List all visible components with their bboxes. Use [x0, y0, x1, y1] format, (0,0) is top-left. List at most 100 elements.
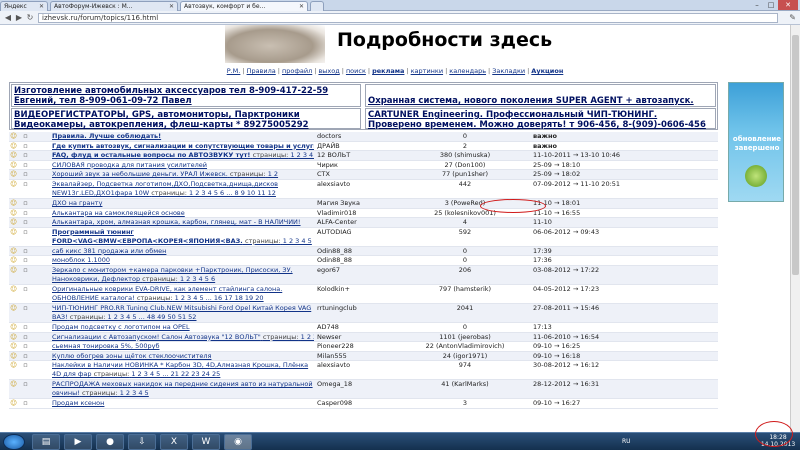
- topic-title[interactable]: Программный тюнинг FORD<VAG<BMW<ЕВРОПА<К…: [52, 228, 243, 245]
- menu-item[interactable]: поиск: [346, 67, 366, 75]
- topic-status-icon: ☺: [10, 256, 17, 265]
- wrench-icon[interactable]: ✎: [789, 13, 796, 22]
- topic-replies: 27 (Don100): [444, 160, 486, 169]
- topic-author[interactable]: Omega_18: [317, 380, 397, 399]
- menu-item[interactable]: Р.М.: [227, 67, 241, 75]
- topic-author[interactable]: Магия Звука: [317, 199, 397, 208]
- topic-title[interactable]: Сигнализации с Автозапуском! Салон Автоз…: [52, 333, 261, 341]
- menu-item[interactable]: выход: [318, 67, 339, 75]
- topic-title[interactable]: сьемная тонировка 5%, 500руб: [52, 342, 160, 350]
- topic-title[interactable]: Продам ксенон: [52, 399, 104, 407]
- topic-author[interactable]: alexsiavto: [317, 361, 397, 380]
- ad-cartuner[interactable]: CARTUNER Engineering. Профессиональный Ч…: [365, 108, 716, 130]
- topic-author[interactable]: Newser: [317, 333, 397, 342]
- maximize-button[interactable]: □: [764, 0, 778, 10]
- topic-author[interactable]: Pioneer228: [317, 342, 397, 351]
- scrollbar[interactable]: [790, 25, 800, 432]
- reload-icon[interactable]: ↻: [25, 13, 35, 23]
- minimize-button[interactable]: –: [750, 0, 764, 10]
- url-bar[interactable]: izhevsk.ru/forum/topics/116.html: [38, 13, 778, 23]
- topic-cell: Продам ксенон: [52, 399, 314, 408]
- start-button[interactable]: [3, 434, 25, 450]
- menu-item[interactable]: Правила: [247, 67, 276, 75]
- close-icon[interactable]: ✕: [39, 3, 44, 10]
- close-icon[interactable]: ✕: [299, 3, 304, 10]
- topic-author[interactable]: Casper098: [317, 399, 397, 408]
- pages-label: страницы:: [136, 293, 173, 302]
- ad-accessories[interactable]: Изготовление автомобильных аксессуаров т…: [11, 84, 361, 107]
- topic-folder-icon: ▫: [23, 218, 28, 227]
- close-icon[interactable]: ✕: [169, 3, 174, 10]
- page-links[interactable]: 1 2 3 4 5 ... 48 49 50 51 52: [108, 313, 197, 321]
- topic-author[interactable]: rrtuningclub: [317, 304, 397, 323]
- topic-title[interactable]: Алькантара, хром, алмазная крошка, карбо…: [52, 218, 301, 226]
- topic-title[interactable]: FAQ, флуд и остальные вопросы по АВТОЗВУ…: [52, 151, 250, 159]
- menu-item[interactable]: реклама: [372, 67, 404, 75]
- page-links[interactable]: 1 2 3 4 5 6 7 8 9 10 11 12 13 14 15 16: [290, 151, 314, 159]
- topic-title[interactable]: Продам подсветку с логотипом на OPEL: [52, 323, 190, 331]
- close-window-button[interactable]: ✕: [778, 0, 798, 10]
- page-links[interactable]: 1 2 3 4 5 6 ... 8 9 10 11 12: [189, 189, 276, 197]
- topic-author[interactable]: Kolodkin+: [317, 285, 397, 304]
- menu-item[interactable]: Аукцион: [531, 67, 563, 75]
- page-links[interactable]: 1 2 3 4 5: [120, 389, 149, 397]
- firefox-icon[interactable]: ●: [96, 434, 124, 450]
- page-links[interactable]: 1 2 3 4 5 ... 16 17 18 19 20: [175, 294, 264, 302]
- topic-title[interactable]: ДХО на гранту: [52, 199, 102, 207]
- menu-item[interactable]: Закладки: [492, 67, 525, 75]
- new-tab-button[interactable]: [310, 1, 324, 11]
- word-icon[interactable]: W: [192, 434, 220, 450]
- tab-autozvuk[interactable]: Автозвук, комфорт и бе... ✕: [180, 1, 308, 11]
- topic-author[interactable]: ALFA-Center: [317, 218, 397, 227]
- tab-yandex[interactable]: Яндекс ✕: [0, 1, 48, 11]
- topic-author[interactable]: Odin88_88: [317, 247, 397, 256]
- topic-title[interactable]: Алькантара на самоклеящейся основе: [52, 209, 185, 217]
- topic-title[interactable]: Правила. Лучше соблюдать!: [52, 132, 161, 140]
- topic-title[interactable]: Куплю обогрев зоны щёток стеклоочистител…: [52, 352, 211, 360]
- topic-title[interactable]: саб кикс 381 продажа или обмен: [52, 247, 166, 255]
- menu-item[interactable]: календарь: [449, 67, 486, 75]
- topic-title[interactable]: Где купить автозвук, сигнализации и сопу…: [52, 142, 314, 150]
- pages-label: страницы:: [252, 151, 289, 160]
- page-links[interactable]: 1 2: [268, 170, 278, 178]
- menu-item[interactable]: картинки: [411, 67, 443, 75]
- chrome-icon[interactable]: ◉: [224, 434, 252, 450]
- topic-cell: Оригинальные коврики EVA-DRIVE, как элем…: [52, 285, 314, 304]
- excel-icon[interactable]: X: [160, 434, 188, 450]
- media-icon[interactable]: ▶: [64, 434, 92, 450]
- page-links[interactable]: 1 2 3 4 5 6: [180, 275, 215, 283]
- topic-author[interactable]: Milan555: [317, 352, 397, 361]
- topic-author[interactable]: doctors: [317, 132, 397, 141]
- language-indicator[interactable]: RU: [622, 438, 631, 445]
- topic-author[interactable]: AUTODIAG: [317, 228, 397, 247]
- downloads-icon[interactable]: ⇩: [128, 434, 156, 450]
- menu-separator: |: [242, 67, 245, 75]
- tab-autoforum[interactable]: АвтоФорум-Ижевск : М... ✕: [50, 1, 178, 11]
- topic-author[interactable]: 12 ВОЛЬТ: [317, 151, 397, 160]
- ad-security[interactable]: Охранная система, нового поколения SUPER…: [365, 84, 716, 107]
- topic-last-post: 17:13: [533, 322, 552, 331]
- topic-author[interactable]: AD748: [317, 323, 397, 332]
- back-icon[interactable]: ◀: [3, 13, 13, 23]
- topic-title[interactable]: СИЛОВАЯ проводка для питания усилителей: [52, 161, 207, 169]
- topic-author[interactable]: Vladimir018: [317, 209, 397, 218]
- topic-author[interactable]: СТХ: [317, 170, 397, 179]
- ad-videoregistrators[interactable]: ВИДЕОРЕГИСТРАТОРЫ, GPS, автомониторы, Па…: [11, 108, 361, 130]
- topic-author[interactable]: ДРАЙВ: [317, 142, 397, 151]
- scrollbar-thumb[interactable]: [792, 35, 799, 275]
- page-links[interactable]: 1 2 3 4 5 ... 21 22 23 24 25: [131, 370, 220, 378]
- explorer-icon[interactable]: ▤: [32, 434, 60, 450]
- topic-author[interactable]: Чирик: [317, 161, 397, 170]
- topic-author[interactable]: alexsiavto: [317, 180, 397, 199]
- forward-icon[interactable]: ▶: [14, 13, 24, 23]
- topic-author[interactable]: egor67: [317, 266, 397, 285]
- table-row: ☺ ▫ Продам подсветку с логотипом на OPEL AD…: [9, 323, 718, 333]
- topic-author[interactable]: Odin88_88: [317, 256, 397, 265]
- topic-title[interactable]: Хороший звук за небольшие деньги. УРАЛ И…: [52, 170, 228, 178]
- topic-status-icon: ☺: [10, 198, 17, 207]
- top-banner[interactable]: Подробности здесь: [225, 25, 565, 63]
- page-links[interactable]: 1 2 3 4 5 ... 24 25 26 27 28: [301, 333, 314, 341]
- topic-title[interactable]: моноблок 1.1000: [52, 256, 110, 264]
- menu-item[interactable]: профайл: [282, 67, 312, 75]
- side-ad[interactable]: обновление завершено: [728, 82, 784, 202]
